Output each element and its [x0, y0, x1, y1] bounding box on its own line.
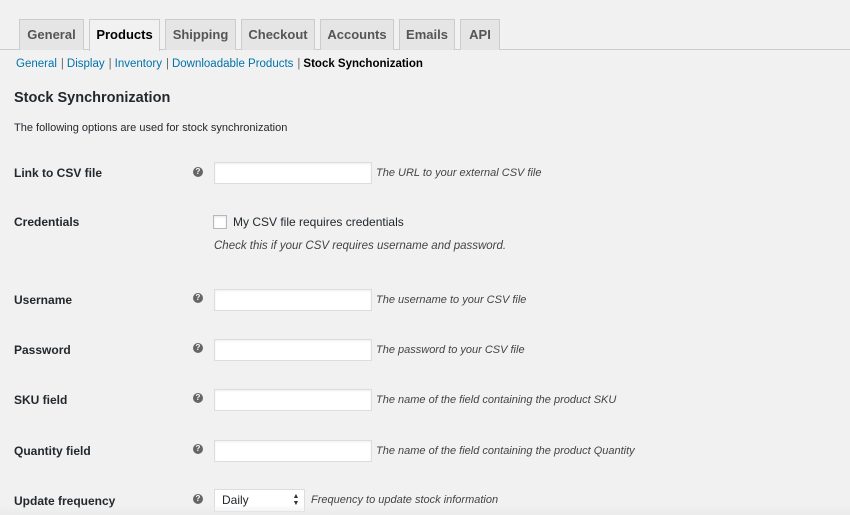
update-frequency-label: Update frequency [14, 494, 116, 508]
csv-link-label: Link to CSV file [14, 166, 103, 180]
help-icon[interactable]: ? [193, 444, 203, 454]
tab-products[interactable]: Products [89, 19, 160, 51]
sku-field-label: SKU field [14, 393, 68, 407]
tab-emails[interactable]: Emails [399, 19, 455, 50]
tab-api[interactable]: API [460, 19, 500, 50]
select-arrows-icon: ▲ ▼ [292, 493, 300, 507]
section-title: Stock Synchronization [14, 90, 171, 106]
help-icon[interactable]: ? [193, 494, 203, 504]
tab-accounts[interactable]: Accounts [320, 19, 394, 50]
username-description: The username to your CSV file [376, 294, 527, 306]
tab-general[interactable]: General [19, 19, 84, 50]
csv-link-description: The URL to your external CSV file [376, 167, 542, 179]
subnav-downloadable-products-link[interactable]: Downloadable Products [172, 58, 293, 70]
settings-tabs: General Products Shipping Checkout Accou… [0, 0, 850, 51]
sub-navigation: General | Display | Inventory | Downloadable P… [16, 58, 423, 70]
csv-link-input[interactable] [214, 162, 372, 184]
subnav-separator: | [108, 58, 112, 70]
tab-shipping[interactable]: Shipping [165, 19, 236, 50]
subnav-general-link[interactable]: General [16, 58, 57, 70]
username-input[interactable] [214, 289, 372, 311]
update-frequency-select[interactable]: Daily ▲ ▼ [214, 489, 305, 512]
update-frequency-selected-value: Daily [222, 493, 249, 507]
subnav-current-item: Stock Synchonization [303, 58, 423, 70]
quantity-field-input[interactable] [214, 440, 372, 462]
tab-checkout[interactable]: Checkout [241, 19, 315, 50]
password-label: Password [14, 343, 71, 357]
help-icon[interactable]: ? [193, 293, 203, 303]
credentials-description: Check this if your CSV requires username… [214, 240, 507, 252]
bottom-fade [0, 505, 850, 515]
sku-field-input[interactable] [214, 389, 372, 411]
password-description: The password to your CSV file [376, 344, 525, 356]
help-icon[interactable]: ? [193, 343, 203, 353]
subnav-separator: | [60, 58, 64, 70]
quantity-field-label: Quantity field [14, 444, 91, 458]
credentials-label: Credentials [14, 215, 80, 229]
help-icon[interactable]: ? [193, 393, 203, 403]
credentials-checkbox-label[interactable]: My CSV file requires credentials [233, 215, 404, 229]
subnav-separator: | [297, 58, 301, 70]
update-frequency-description: Frequency to update stock information [311, 494, 499, 506]
subnav-display-link[interactable]: Display [67, 58, 105, 70]
sku-field-description: The name of the field containing the pro… [376, 394, 617, 406]
help-icon[interactable]: ? [193, 167, 203, 177]
credentials-checkbox[interactable] [213, 215, 227, 229]
section-intro: The following options are used for stock… [14, 122, 288, 134]
password-input[interactable] [214, 339, 372, 361]
quantity-field-description: The name of the field containing the pro… [376, 445, 635, 457]
subnav-separator: | [165, 58, 169, 70]
subnav-inventory-link[interactable]: Inventory [115, 58, 162, 70]
username-label: Username [14, 293, 73, 307]
